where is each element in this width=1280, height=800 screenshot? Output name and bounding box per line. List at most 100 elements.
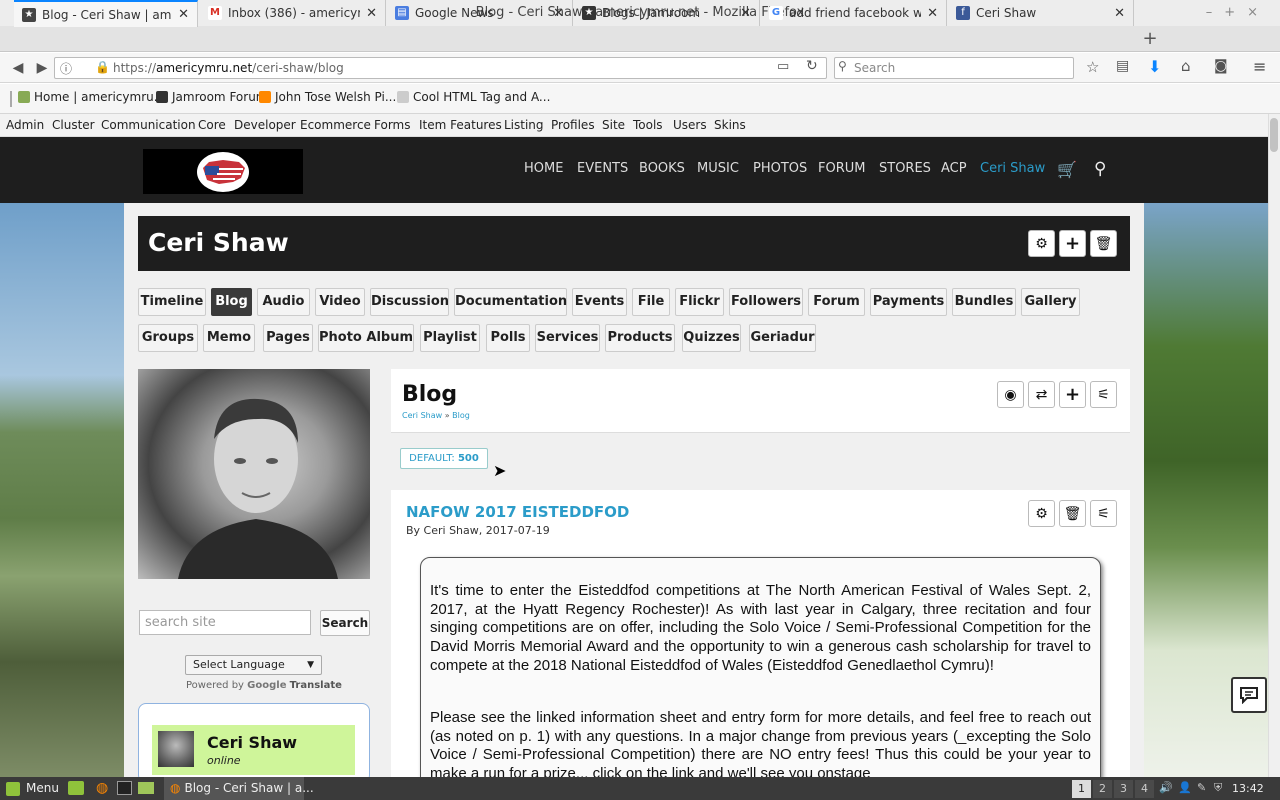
files-folder-icon[interactable]: [138, 782, 154, 794]
language-select[interactable]: Select Language ▼: [185, 655, 322, 675]
admin-menu-item[interactable]: Cluster: [52, 118, 95, 132]
section-blog[interactable]: Blog: [211, 288, 252, 316]
downloads-icon[interactable]: ⬇: [1148, 57, 1161, 76]
forward-icon[interactable]: ▶: [31, 57, 53, 79]
window-controls[interactable]: –+×: [1206, 0, 1270, 26]
section-products[interactable]: Products: [605, 324, 675, 352]
bookmark-welsh-pi[interactable]: John Tose Welsh Pi...▼: [259, 90, 406, 104]
site-logo[interactable]: [143, 149, 303, 194]
workspace-4[interactable]: 4: [1135, 780, 1154, 798]
trash-icon[interactable]: 🗑: [1059, 500, 1086, 527]
bookmark-home[interactable]: Home | americymru....: [18, 90, 169, 104]
section-payments[interactable]: Payments: [870, 288, 947, 316]
nav-acp[interactable]: ACP: [941, 161, 967, 176]
firefox-icon[interactable]: ◍: [96, 780, 108, 796]
section-audio[interactable]: Audio: [257, 288, 310, 316]
reload-icon[interactable]: ↻: [806, 58, 818, 74]
pocket-icon[interactable]: ◙: [1214, 58, 1228, 74]
admin-menu-item[interactable]: Item Features: [419, 118, 502, 132]
workspace-3[interactable]: 3: [1114, 780, 1133, 798]
volume-icon[interactable]: 🔊: [1159, 781, 1173, 794]
pen-icon[interactable]: ✎: [1197, 781, 1206, 794]
profile-name[interactable]: Ceri Shaw: [148, 228, 289, 257]
section-polls[interactable]: Polls: [486, 324, 530, 352]
bookmark-cool-html[interactable]: Cool HTML Tag and A...: [397, 90, 550, 104]
admin-menu-item[interactable]: Tools: [633, 118, 663, 132]
taskbar-window-firefox[interactable]: ◍ Blog - Ceri Shaw | a...: [164, 777, 314, 800]
nav-profile[interactable]: Ceri Shaw: [980, 161, 1045, 176]
section-forum[interactable]: Forum: [808, 288, 865, 316]
close-icon[interactable]: ✕: [366, 6, 377, 21]
show-desktop-icon[interactable]: [68, 781, 84, 795]
close-icon[interactable]: ✕: [553, 6, 564, 21]
section-playlist[interactable]: Playlist: [420, 324, 480, 352]
sliders-icon[interactable]: ⚟: [1090, 381, 1117, 408]
add-icon[interactable]: +: [1059, 381, 1086, 408]
section-followers[interactable]: Followers: [729, 288, 803, 316]
avatar[interactable]: [158, 731, 194, 767]
section-geriadur[interactable]: Geriadur: [749, 324, 816, 352]
tab-google-news[interactable]: ▤ Google News ✕: [387, 0, 573, 26]
section-quizzes[interactable]: Quizzes: [682, 324, 741, 352]
section-file[interactable]: File: [632, 288, 670, 316]
url-text[interactable]: https://americymru.net/ceri-shaw/blog: [113, 57, 344, 79]
admin-menu-item[interactable]: Profiles: [551, 118, 595, 132]
section-video[interactable]: Video: [315, 288, 365, 316]
section-documentation[interactable]: Documentation: [454, 288, 567, 316]
section-bundles[interactable]: Bundles: [952, 288, 1016, 316]
default-sort-badge[interactable]: DEFAULT: 500: [400, 448, 488, 469]
breadcrumb-blog[interactable]: Blog: [452, 411, 470, 420]
section-timeline[interactable]: Timeline: [138, 288, 206, 316]
shield-icon[interactable]: ⛨: [1214, 781, 1222, 795]
workspace-2[interactable]: 2: [1093, 780, 1112, 798]
section-discussion[interactable]: Discussion: [370, 288, 449, 316]
chat-icon[interactable]: [1231, 677, 1267, 713]
site-info-icon[interactable]: ⓘ: [60, 60, 72, 77]
bookmark-jamroom-forum[interactable]: Jamroom Forum: [156, 90, 267, 104]
bookmark-star-icon[interactable]: ☆: [1086, 58, 1099, 76]
tab-blog[interactable]: ★ Blog - Ceri Shaw | americym ✕: [14, 0, 198, 27]
close-icon[interactable]: ✕: [178, 7, 189, 22]
nav-forum[interactable]: FORUM: [818, 161, 865, 176]
user-icon[interactable]: 👤: [1178, 781, 1192, 794]
admin-menu-item[interactable]: Site: [602, 118, 625, 132]
tab-gmail[interactable]: M Inbox (386) - americymru@ ✕: [200, 0, 386, 26]
section-memo[interactable]: Memo: [203, 324, 255, 352]
admin-menu-item[interactable]: Admin: [6, 118, 44, 132]
nav-stores[interactable]: STORES: [879, 161, 931, 176]
nav-photos[interactable]: PHOTOS: [753, 161, 807, 176]
site-search-input[interactable]: search site: [139, 610, 311, 635]
section-flickr[interactable]: Flickr: [675, 288, 724, 316]
admin-menu-item[interactable]: Skins: [714, 118, 746, 132]
close-icon[interactable]: ✕: [927, 6, 938, 21]
hamburger-menu-icon[interactable]: ≡: [1253, 57, 1266, 76]
trash-icon[interactable]: 🗑: [1090, 230, 1117, 257]
page-scrollbar[interactable]: [1268, 114, 1280, 777]
site-search-button[interactable]: Search: [320, 610, 370, 636]
nav-home[interactable]: HOME: [524, 161, 563, 176]
admin-menu-item[interactable]: Ecommerce: [300, 118, 371, 132]
library-icon[interactable]: ▤: [1116, 58, 1129, 74]
section-services[interactable]: Services: [535, 324, 600, 352]
tab-facebook[interactable]: f Ceri Shaw ✕: [948, 0, 1134, 26]
section-events[interactable]: Events: [572, 288, 627, 316]
workspace-1[interactable]: 1: [1072, 780, 1091, 798]
section-photo-album[interactable]: Photo Album: [318, 324, 414, 352]
tab-jamroom-blogs[interactable]: ★ Blogs | Jamroom ✕: [574, 0, 760, 26]
admin-menu-item[interactable]: Listing: [504, 118, 544, 132]
home-icon[interactable]: ⌂: [1181, 57, 1191, 75]
section-groups[interactable]: Groups: [138, 324, 198, 352]
admin-menu-item[interactable]: Developer: [234, 118, 296, 132]
profile-photo[interactable]: [138, 369, 370, 579]
cart-icon[interactable]: 🛒: [1057, 160, 1077, 179]
close-icon[interactable]: ✕: [740, 6, 751, 21]
nav-music[interactable]: MUSIC: [697, 161, 739, 176]
close-icon[interactable]: ✕: [1114, 6, 1125, 21]
nav-books[interactable]: BOOKS: [639, 161, 685, 176]
scrollbar-thumb[interactable]: [1270, 118, 1278, 152]
add-icon[interactable]: +: [1059, 230, 1086, 257]
tab-google-search[interactable]: Gadd friend facebook without ✕: [761, 0, 947, 26]
refresh-icon[interactable]: ⇄: [1028, 381, 1055, 408]
nav-events[interactable]: EVENTS: [577, 161, 628, 176]
back-icon[interactable]: ◀: [7, 57, 29, 79]
